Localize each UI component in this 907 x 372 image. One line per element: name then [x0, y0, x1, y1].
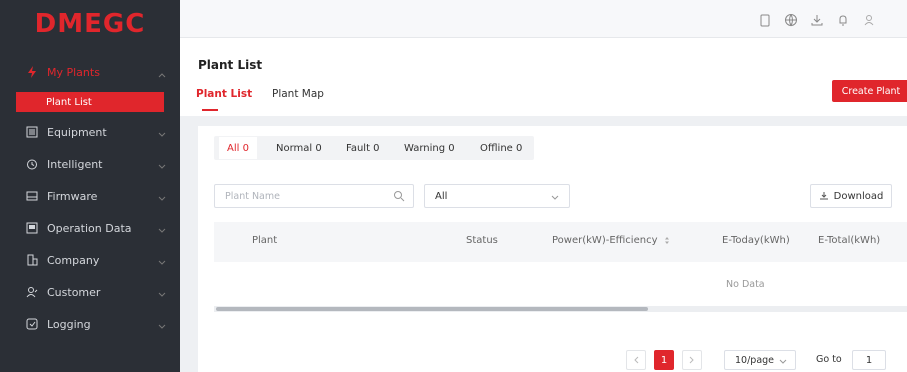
- column-status[interactable]: Status: [466, 235, 498, 246]
- sidebar-item-plant-list[interactable]: Plant List: [16, 92, 164, 112]
- clipboard-icon[interactable]: [758, 12, 772, 27]
- next-page-button[interactable]: [682, 350, 702, 370]
- column-plant[interactable]: Plant: [252, 235, 277, 246]
- download-icon[interactable]: [810, 12, 824, 26]
- create-plant-button[interactable]: Create Plant: [832, 80, 907, 102]
- sidebar-item-my-plants[interactable]: My Plants: [0, 59, 180, 85]
- user-icon[interactable]: [862, 12, 876, 26]
- filter-normal[interactable]: Normal 0: [276, 136, 322, 160]
- sidebar-item-intelligent[interactable]: Intelligent: [0, 151, 180, 177]
- chevron-down-icon: [158, 128, 166, 141]
- chevron-down-icon: [158, 224, 166, 237]
- sidebar-item-customer[interactable]: Customer: [0, 279, 180, 305]
- column-e-today[interactable]: E-Today(kWh): [722, 235, 790, 246]
- filter-warning[interactable]: Warning 0: [404, 136, 455, 160]
- download-icon: [819, 191, 829, 201]
- horizontal-scrollbar-thumb[interactable]: [216, 307, 648, 311]
- firmware-icon: [26, 190, 38, 202]
- goto-page-input[interactable]: 1: [852, 350, 886, 370]
- chevron-down-icon: [158, 320, 166, 333]
- building-icon: [26, 254, 38, 266]
- status-select[interactable]: All: [424, 184, 570, 208]
- page-number-button[interactable]: 1: [654, 350, 674, 370]
- page-title: Plant List: [198, 58, 263, 72]
- document-icon: [26, 222, 38, 234]
- sort-icon[interactable]: [664, 236, 670, 245]
- sidebar-item-equipment[interactable]: Equipment: [0, 119, 180, 145]
- page-size-select[interactable]: 10/page: [724, 350, 796, 370]
- chevron-down-icon: [779, 357, 787, 368]
- empty-state-text: No Data: [726, 279, 765, 290]
- prev-page-button[interactable]: [626, 350, 646, 370]
- chevron-up-icon: [158, 68, 166, 81]
- column-e-total[interactable]: E-Total(kWh): [818, 235, 880, 246]
- list-icon: [26, 126, 38, 138]
- tab-plant-list[interactable]: Plant List: [196, 88, 252, 100]
- top-bar: [180, 0, 907, 38]
- active-tab-indicator: [202, 109, 218, 111]
- filter-all[interactable]: All 0: [218, 136, 258, 160]
- sidebar-item-logging[interactable]: Logging: [0, 311, 180, 337]
- sidebar-item-operation-data[interactable]: Operation Data: [0, 215, 180, 241]
- table-header: Plant Status Power(kW)-Efficiency E-Toda…: [214, 222, 907, 262]
- sidebar: DMEGC My Plants Plant List Equipment Int…: [0, 0, 180, 372]
- clock-icon: [26, 158, 38, 170]
- bell-icon[interactable]: [836, 12, 850, 26]
- chevron-down-icon: [158, 160, 166, 173]
- column-power-efficiency[interactable]: Power(kW)-Efficiency: [552, 235, 670, 246]
- page-header: Plant List Plant List Plant Map Create P…: [180, 38, 907, 116]
- search-icon[interactable]: [393, 190, 405, 205]
- download-button[interactable]: Download: [810, 184, 892, 208]
- filter-offline[interactable]: Offline 0: [480, 136, 522, 160]
- chevron-down-icon: [158, 256, 166, 269]
- log-icon: [26, 318, 38, 330]
- sidebar-item-company[interactable]: Company: [0, 247, 180, 273]
- chevron-down-icon: [158, 288, 166, 301]
- tab-plant-map[interactable]: Plant Map: [272, 88, 324, 100]
- chevron-down-icon: [158, 192, 166, 205]
- user-icon: [26, 286, 38, 298]
- sidebar-item-firmware[interactable]: Firmware: [0, 183, 180, 209]
- goto-label: Go to: [816, 354, 842, 365]
- logo: DMEGC: [34, 9, 146, 39]
- globe-icon[interactable]: [784, 12, 798, 27]
- plant-list-card: All 0 Normal 0 Fault 0 Warning 0 Offline…: [198, 126, 907, 372]
- plant-name-search-input[interactable]: Plant Name: [214, 184, 414, 208]
- chevron-down-icon: [551, 193, 559, 204]
- lightning-icon: [26, 66, 38, 78]
- status-filter-tabs: All 0 Normal 0 Fault 0 Warning 0 Offline…: [214, 136, 534, 160]
- filter-fault[interactable]: Fault 0: [346, 136, 380, 160]
